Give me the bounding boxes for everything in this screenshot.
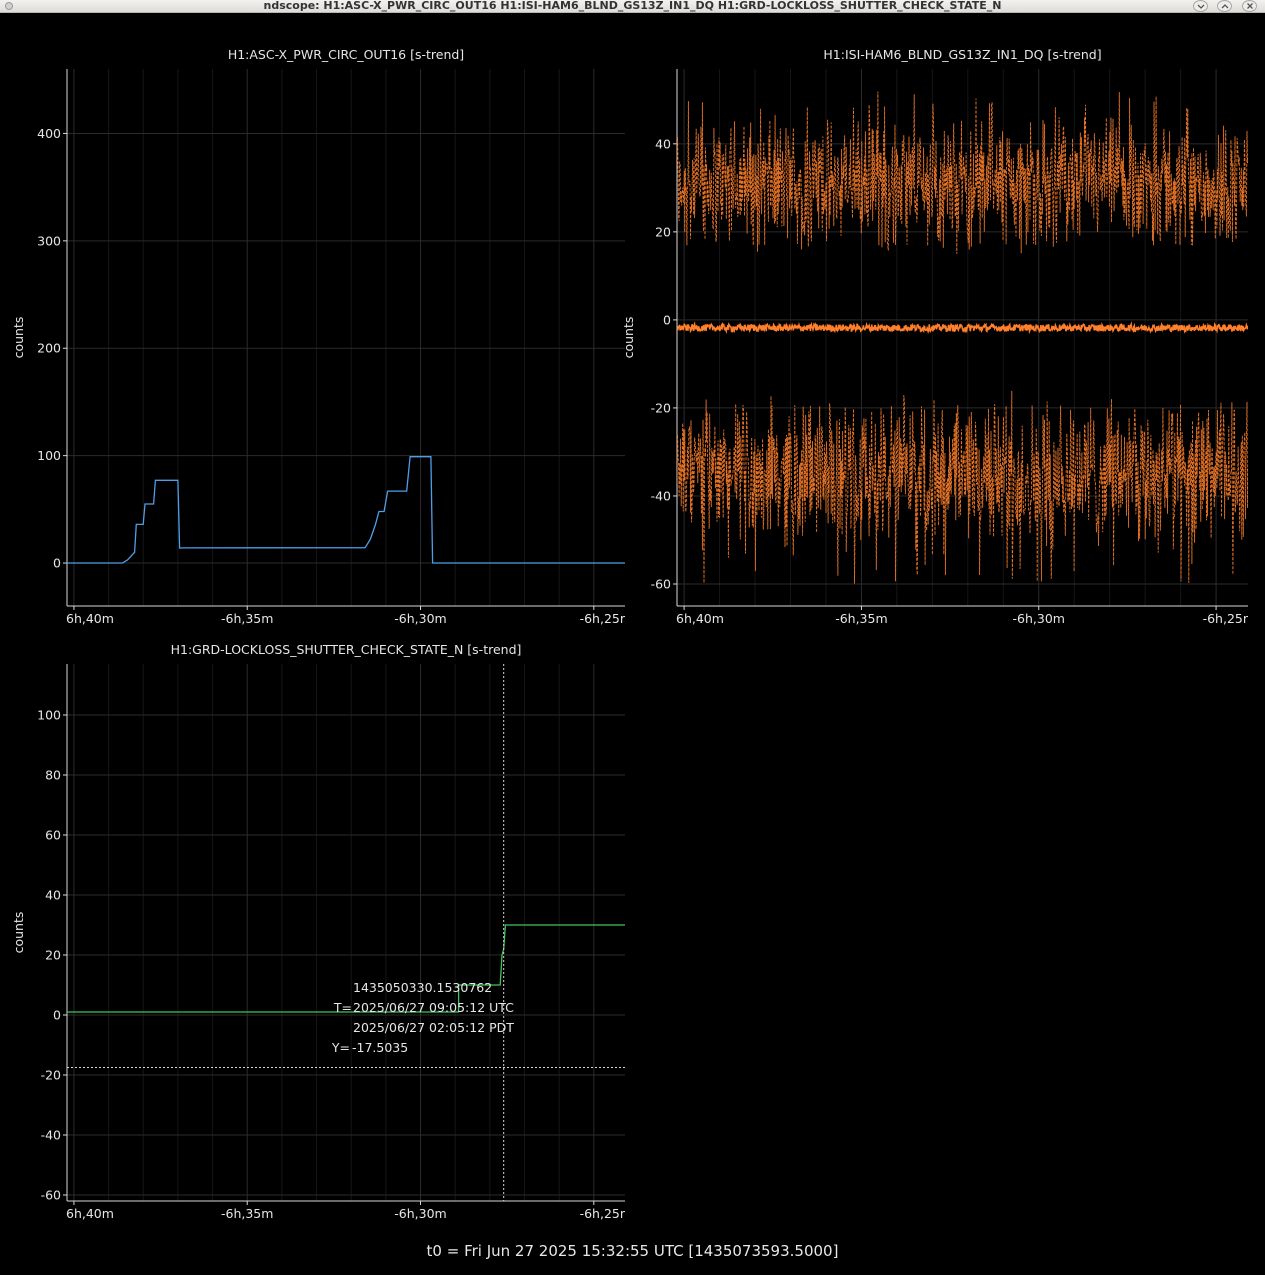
minimize-button[interactable] <box>1193 0 1208 12</box>
chart-title: H1:ISI-HAM6_BLND_GS13Z_IN1_DQ [s-trend] <box>823 47 1101 62</box>
y-tick-label: 40 <box>655 136 671 151</box>
y-axis-label: counts <box>621 317 636 359</box>
x-tick-label: -6h,30m <box>1013 611 1065 626</box>
series-band-line <box>677 390 1248 584</box>
cursor-gps-label: 1435050330.1530762 <box>353 980 492 995</box>
chart-svg: H1:ASC-X_PWR_CIRC_OUT16 [s-trend] counts 0… <box>11 47 626 626</box>
cursor-utc-label: 2025/06/27 09:05:12 UTC <box>353 1000 514 1015</box>
y-tick-label: 300 <box>37 233 61 248</box>
series-band-line <box>677 91 1248 254</box>
series-mean-line <box>677 321 1248 335</box>
y-tick-label: -20 <box>41 1068 61 1083</box>
x-tick-label: 6h,40m <box>676 611 724 626</box>
y-tick-label: 0 <box>53 556 61 571</box>
minimize-icon <box>1197 4 1205 9</box>
window-titlebar[interactable]: ndscope: H1:ASC-X_PWR_CIRC_OUT16 H1:ISI-… <box>0 0 1265 13</box>
y-tick-label: -20 <box>651 400 671 415</box>
x-tick-label: -6h,25r <box>580 1206 626 1221</box>
chart-svg: H1:ISI-HAM6_BLND_GS13Z_IN1_DQ [s-trend] c… <box>621 47 1249 626</box>
series-line <box>67 456 625 564</box>
t0-footer: t0 = Fri Jun 27 2025 15:32:55 UTC [14350… <box>426 1242 839 1260</box>
close-button[interactable] <box>1242 0 1257 12</box>
close-icon <box>1247 3 1253 9</box>
y-tick-label: -60 <box>41 1188 61 1203</box>
x-tick-label: 6h,40m <box>66 1206 114 1221</box>
x-tick-label: -6h,25r <box>580 611 626 626</box>
maximize-icon <box>1221 4 1229 9</box>
x-tick-label: 6h,40m <box>66 611 114 626</box>
x-tick-label: -6h,35m <box>221 1206 273 1221</box>
y-tick-label: -40 <box>41 1128 61 1143</box>
window-title: ndscope: H1:ASC-X_PWR_CIRC_OUT16 H1:ISI-… <box>263 0 1002 12</box>
y-tick-label: 80 <box>45 768 61 783</box>
plot-asc-x-pwr-circ[interactable]: H1:ASC-X_PWR_CIRC_OUT16 [s-trend] counts 0… <box>0 40 632 635</box>
trace-group <box>677 91 1248 584</box>
cursor-pdt-label: 2025/06/27 02:05:12 PDT <box>353 1020 514 1035</box>
plot-isi-ham6-blnd[interactable]: H1:ISI-HAM6_BLND_GS13Z_IN1_DQ [s-trend] c… <box>621 40 1265 635</box>
y-tick-label: 40 <box>45 888 61 903</box>
x-tick-label: -6h,30m <box>394 611 446 626</box>
plot-grd-lockloss-shutter[interactable]: H1:GRD-LOCKLOSS_SHUTTER_CHECK_STATE_N [s… <box>0 635 632 1230</box>
maximize-button[interactable] <box>1217 0 1232 12</box>
y-tick-label: -40 <box>651 488 671 503</box>
trace-group <box>67 456 625 564</box>
chart-title: H1:GRD-LOCKLOSS_SHUTTER_CHECK_STATE_N [s… <box>171 642 522 657</box>
chart-title: H1:ASC-X_PWR_CIRC_OUT16 [s-trend] <box>228 47 464 62</box>
x-tick-label: -6h,35m <box>221 611 273 626</box>
cursor-t-prefix: T= <box>333 1000 352 1015</box>
y-axis-label: counts <box>11 317 26 359</box>
y-tick-label: -60 <box>651 576 671 591</box>
cursor-y-prefix: Y= <box>331 1040 350 1055</box>
y-tick-label: 400 <box>37 126 61 141</box>
cursor-y-value: -17.5035 <box>352 1040 408 1055</box>
trace-group <box>67 924 625 1013</box>
y-tick-label: 20 <box>45 948 61 963</box>
y-tick-label: 200 <box>37 341 61 356</box>
y-tick-label: 20 <box>655 224 671 239</box>
x-tick-label: -6h,35m <box>835 611 887 626</box>
y-tick-label: 0 <box>53 1008 61 1023</box>
chart-svg: H1:GRD-LOCKLOSS_SHUTTER_CHECK_STATE_N [s… <box>11 642 626 1221</box>
y-tick-label: 100 <box>37 448 61 463</box>
y-tick-label: 60 <box>45 828 61 843</box>
x-tick-label: -6h,30m <box>394 1206 446 1221</box>
y-tick-label: 100 <box>37 708 61 723</box>
series-line <box>67 924 625 1013</box>
y-axis-label: counts <box>11 912 26 954</box>
x-tick-label: -6h,25r <box>1203 611 1249 626</box>
y-tick-label: 0 <box>663 312 671 327</box>
